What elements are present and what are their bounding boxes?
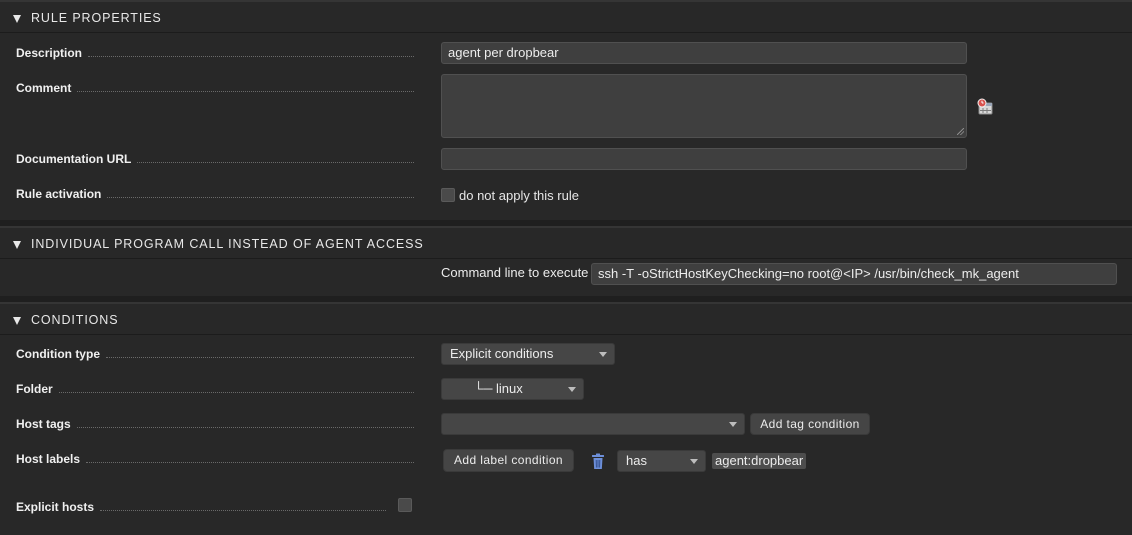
add-label-condition-button[interactable]: Add label condition — [443, 449, 574, 472]
condition-type-value: Explicit conditions — [450, 346, 554, 361]
rule-activation-label: Rule activation — [16, 187, 102, 201]
section-title: RULE PROPERTIES — [31, 11, 162, 25]
do-not-apply-label[interactable]: do not apply this rule — [459, 188, 579, 203]
dotted-leader — [107, 196, 414, 198]
condition-type-select[interactable]: Explicit conditions — [441, 343, 615, 365]
rule-properties-section: RULE PROPERTIES Description agent per dr… — [0, 0, 1132, 220]
host-tags-label-row: Host tags — [16, 417, 414, 431]
collapse-triangle-icon[interactable] — [13, 317, 21, 325]
chevron-down-icon — [729, 422, 737, 427]
comment-textarea[interactable] — [441, 74, 967, 138]
collapse-triangle-icon[interactable] — [13, 241, 21, 249]
dotted-leader — [137, 161, 414, 163]
calendar-clock-icon[interactable] — [976, 98, 994, 116]
add-tag-condition-button[interactable]: Add tag condition — [750, 413, 870, 435]
dotted-leader — [100, 509, 386, 511]
dotted-leader — [88, 55, 414, 57]
condition-type-label-row: Condition type — [16, 347, 414, 361]
documentation-url-input[interactable] — [441, 148, 967, 170]
description-label-row: Description — [16, 46, 414, 60]
dotted-leader — [106, 356, 414, 358]
dotted-leader — [86, 461, 414, 463]
description-label: Description — [16, 46, 83, 60]
label-value-chip[interactable]: agent:dropbear — [712, 453, 807, 469]
dotted-leader — [58, 391, 414, 393]
collapse-triangle-icon[interactable] — [13, 15, 21, 23]
explicit-hosts-label-row: Explicit hosts — [16, 500, 386, 514]
comment-label: Comment — [16, 81, 72, 95]
explicit-hosts-label: Explicit hosts — [16, 500, 95, 514]
documentation-url-label-row: Documentation URL — [16, 152, 414, 166]
trash-icon[interactable] — [591, 453, 605, 470]
section-title: CONDITIONS — [31, 313, 119, 327]
folder-value: └─ linux — [474, 381, 523, 396]
resize-handle-icon[interactable] — [957, 128, 964, 135]
program-call-section: INDIVIDUAL PROGRAM CALL INSTEAD OF AGENT… — [0, 226, 1132, 296]
label-operator-value: has — [626, 453, 647, 468]
program-call-header[interactable]: INDIVIDUAL PROGRAM CALL INSTEAD OF AGENT… — [0, 228, 1132, 259]
host-tags-select[interactable] — [441, 413, 745, 435]
host-labels-label-row: Host labels — [16, 452, 414, 466]
chevron-down-icon — [568, 387, 576, 392]
chevron-down-icon — [690, 459, 698, 464]
do-not-apply-checkbox[interactable] — [441, 188, 455, 202]
host-tags-label: Host tags — [16, 417, 71, 431]
conditions-header[interactable]: CONDITIONS — [0, 304, 1132, 335]
command-line-input[interactable]: ssh -T -oStrictHostKeyChecking=no root@<… — [591, 263, 1117, 285]
label-operator-select[interactable]: has — [617, 450, 706, 472]
documentation-url-label: Documentation URL — [16, 152, 132, 166]
command-line-label: Command line to execute — [441, 265, 589, 280]
folder-label-row: Folder — [16, 382, 414, 396]
description-input[interactable]: agent per dropbear — [441, 42, 967, 64]
rule-properties-header[interactable]: RULE PROPERTIES — [0, 2, 1132, 33]
conditions-section: CONDITIONS Condition type Explicit condi… — [0, 302, 1132, 535]
folder-label: Folder — [16, 382, 53, 396]
host-labels-label: Host labels — [16, 452, 81, 466]
condition-type-label: Condition type — [16, 347, 100, 361]
chevron-down-icon — [599, 352, 607, 357]
dotted-leader — [77, 90, 414, 92]
section-title: INDIVIDUAL PROGRAM CALL INSTEAD OF AGENT… — [31, 237, 424, 251]
comment-label-row: Comment — [16, 81, 414, 95]
explicit-hosts-checkbox[interactable] — [398, 498, 412, 512]
rule-activation-label-row: Rule activation — [16, 187, 414, 201]
dotted-leader — [76, 426, 414, 428]
folder-select[interactable]: └─ linux — [441, 378, 584, 400]
